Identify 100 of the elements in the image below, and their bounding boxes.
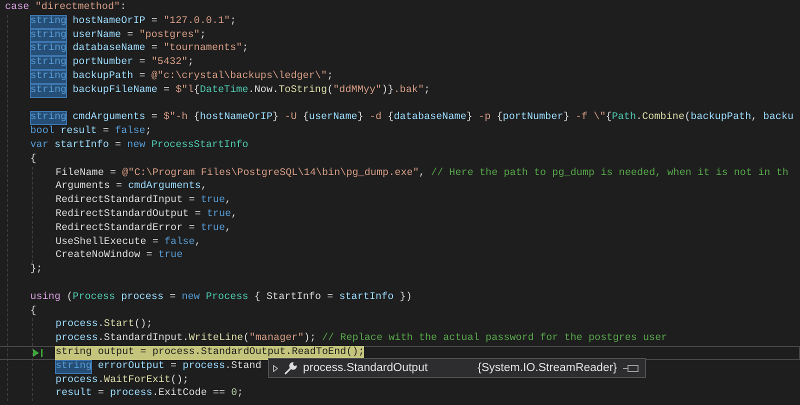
code-comment: // Here the path to pg_dump is needed, when it is not in th [431,166,788,180]
highlighted-keyword: string [30,70,67,84]
code-text: = [138,56,146,70]
code-identifier: backupPath [690,111,752,126]
code-identifier: databaseName [72,42,146,56]
code-method: WriteLine [188,332,244,346]
code-keyword: true [200,222,226,236]
code-identifier: portNumber [72,56,134,70]
code-identifier: cmdArguments [72,111,146,126]
code-text: (); [134,318,152,332]
code-text: } [357,111,364,126]
code-text: Arguments = [55,180,124,194]
code-identifier: process [110,387,152,402]
code-string: "127.0.0.1" [163,14,230,29]
code-text: { [30,152,36,167]
code-text: . [98,374,104,388]
code-text: ; [145,125,152,139]
code-string: @"c:\crystal\backups\ledger\" [151,70,328,84]
highlighted-keyword: string [55,360,92,374]
code-string: -U [284,111,298,126]
code-text: ; [237,387,244,402]
code-text: ); [304,332,317,346]
code-text: (); [346,346,364,360]
code-identifier: result [60,125,97,139]
code-text: { [388,111,394,126]
code-text: RedirectStandardOutput = [55,208,202,222]
code-text: = [114,138,122,153]
code-identifier: process [120,290,164,305]
code-identifier: backupPath [72,70,134,84]
code-text: , [225,222,232,236]
code-text: { [30,304,36,318]
code-text: ( [327,84,334,98]
code-text: , [751,111,758,126]
code-identifier: process [182,360,226,374]
code-keyword: bool [30,125,54,139]
code-text: .Stand [225,360,262,374]
code-identifier: hostNameOrIP [72,14,146,29]
code-text: (); [170,374,189,388]
code-identifier: process [55,332,98,346]
code-keyword: new [182,290,200,305]
pin-icon[interactable] [623,364,640,372]
code-string: "tournaments" [163,42,242,56]
code-text: , [418,166,426,180]
expand-arrow-icon[interactable] [273,364,278,372]
code-text: } [272,111,279,126]
code-text: ; [424,84,430,98]
code-text: = [150,42,158,56]
code-method: ReadToEnd [292,346,346,360]
code-text: = [138,70,146,84]
code-type: Process [72,290,116,305]
code-text: = [102,125,110,139]
code-text: UseShellExecute = [55,236,160,250]
code-identifier: hostNameOrIP [200,111,273,126]
code-identifier: process [55,318,98,332]
code-identifier: userName [308,111,358,126]
code-keyword: string [55,346,92,360]
code-text: ( [243,332,250,346]
code-string: @"C:\Program Files\PostgreSQL\14\bin\pg_dump.exe" [122,166,419,180]
wrench-icon [284,362,297,374]
code-text: ( [684,111,691,126]
code-text: ; [230,14,236,29]
code-text: , [194,236,201,250]
code-method: Start [104,318,134,332]
code-string: -d [368,111,383,126]
code-type: ProcessStartInfo [150,138,248,153]
code-text: . [636,111,642,126]
code-text: { [194,111,200,126]
code-text: .StandardInput. [98,332,189,346]
code-text: RedirectStandardInput = [55,194,196,208]
code-method: Combine [642,111,685,126]
code-text: { [496,111,503,126]
code-text: ; [188,56,194,70]
code-identifier: startInfo [339,290,394,305]
code-text: = [96,387,105,402]
code-keyword: new [127,138,146,153]
code-identifier: result [55,387,92,402]
code-string: -p [478,111,492,126]
code-text: FileName = [55,166,118,180]
code-text: . [98,318,104,332]
highlighted-keyword: string [30,56,67,70]
code-string: "ddMMyy" [333,84,382,98]
datatip-value: {System.IO.StreamReader} [478,362,618,374]
code-text: = [162,84,171,98]
code-string: "5432" [151,56,188,70]
highlighted-keyword: string [30,14,67,29]
code-method: ToString [278,84,328,98]
code-method: WaitForExit [104,374,171,388]
code-keyword: false [115,125,146,139]
code-text: CreateNoWindow = [55,249,154,264]
code-text: .ExitCode == [152,387,226,402]
code-text: .Now. [248,84,279,98]
code-identifier: cmdArguments [128,180,201,194]
code-text: { [302,111,309,126]
code-text: : [120,1,126,15]
code-identifier: startInfo [53,138,109,153]
code-string: $"l [176,84,194,98]
code-text: = [150,14,158,29]
highlighted-keyword: string [30,28,67,42]
code-identifier: portNumber [502,111,564,126]
code-string: "manager" [249,332,304,346]
